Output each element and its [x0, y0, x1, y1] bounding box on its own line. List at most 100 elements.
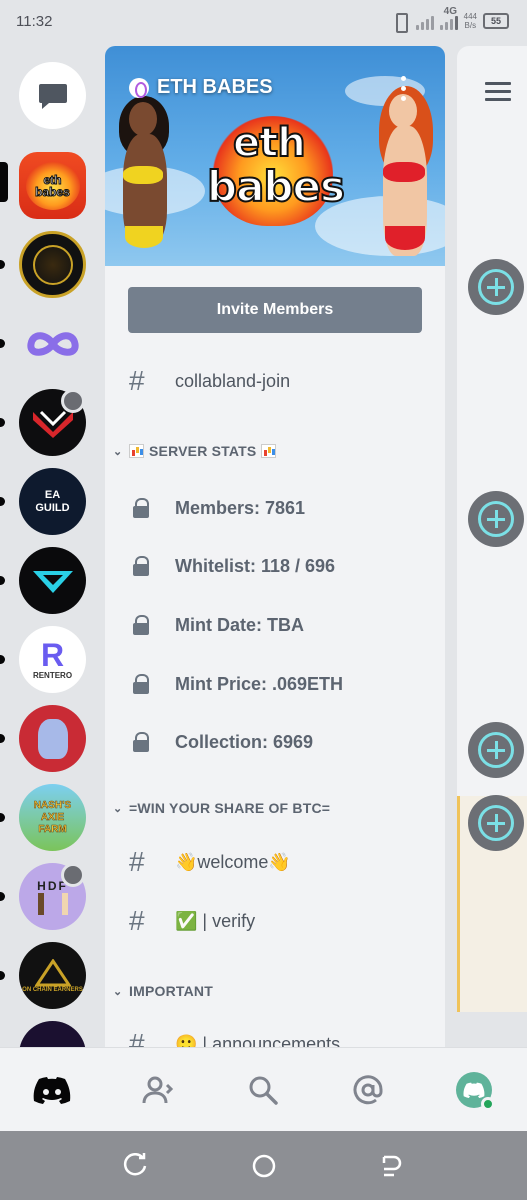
add-reaction-button[interactable]: [468, 491, 524, 547]
server-logo-text: NASH'S AXIE FARM: [33, 799, 72, 835]
bar-chart-emoji-icon: [129, 444, 144, 458]
channel-mint-date-stat[interactable]: Mint Date: TBA: [129, 603, 304, 647]
category-title: =WIN YOUR SHARE OF BTC=: [129, 800, 331, 816]
profile-avatar: [456, 1072, 495, 1111]
channel-members-stat[interactable]: Members: 7861: [129, 486, 305, 530]
server-gold-ape[interactable]: [19, 231, 86, 298]
back-button[interactable]: [378, 1153, 404, 1179]
plus-circle-icon: [478, 732, 514, 768]
channel-collabland-join[interactable]: # collabland-join: [129, 359, 290, 403]
nav-mentions[interactable]: [346, 1068, 390, 1112]
channel-collection-stat[interactable]: Collection: 6969: [129, 720, 313, 764]
stage-live-badge-icon: [61, 863, 85, 887]
hamburger-menu-icon[interactable]: [485, 82, 511, 106]
bar-chart-emoji-icon: [261, 444, 277, 458]
recent-apps-button[interactable]: [123, 1153, 149, 1179]
server-infinity[interactable]: [19, 310, 86, 377]
server-rail: eth babes EA GUILD R RENTERO NASH'S AXIE…: [0, 44, 105, 1048]
banner-figure-left: [115, 96, 185, 266]
signal-4g-icon: 4G: [439, 6, 458, 30]
channel-mint-price-stat[interactable]: Mint Price: .069ETH: [129, 662, 343, 706]
channel-name: 👋welcome👋: [175, 851, 291, 872]
selected-indicator: [0, 162, 8, 202]
plus-circle-icon: [478, 501, 514, 537]
nav-home[interactable]: [30, 1068, 74, 1112]
direct-messages-button[interactable]: [19, 62, 86, 129]
channel-name: Mint Date: TBA: [175, 614, 304, 635]
more-options-icon[interactable]: [401, 76, 407, 106]
unread-indicator: [0, 576, 5, 585]
channel-name: 🙂 | announcements: [175, 1033, 341, 1049]
status-bar: 11:32 4G 444 B/s 55: [0, 0, 527, 44]
unread-indicator: [0, 339, 5, 348]
rentero-r-icon: R: [40, 637, 65, 673]
channel-name: Collection: 6969: [175, 731, 314, 752]
lock-icon: [129, 498, 159, 518]
net-speed-unit: B/s: [464, 21, 477, 30]
nav-search[interactable]: [241, 1068, 285, 1112]
channel-whitelist-stat[interactable]: Whitelist: 118 / 696: [129, 544, 335, 588]
nav-friends[interactable]: [136, 1068, 180, 1112]
add-reaction-button[interactable]: [468, 259, 524, 315]
server-rentero[interactable]: R RENTERO: [19, 626, 86, 693]
hashtag-icon: #: [129, 1028, 145, 1048]
server-name: ETH BABES: [157, 76, 273, 98]
server-eth-babes[interactable]: eth babes: [19, 152, 86, 219]
chat-bubble-icon: [38, 83, 67, 109]
online-status-icon: [481, 1097, 495, 1111]
mentions-icon: [353, 1075, 383, 1105]
unread-indicator: [0, 813, 5, 822]
channel-name: Whitelist: 118 / 696: [175, 555, 336, 576]
channel-verify[interactable]: # ✅ | verify: [129, 899, 255, 943]
nav-profile[interactable]: [452, 1068, 496, 1112]
recent-apps-icon: [123, 1153, 147, 1176]
server-name-header[interactable]: ETH BABES: [129, 76, 273, 99]
banner-figure-right: [373, 86, 443, 266]
plus-circle-icon: [478, 269, 514, 305]
server-nashs-axie-farm[interactable]: NASH'S AXIE FARM: [19, 784, 86, 851]
status-icons: 4G 444 B/s 55: [390, 6, 509, 33]
server-rabbit[interactable]: [19, 705, 86, 772]
category-title: SERVER STATS: [149, 443, 257, 459]
channel-panel: eth babes ETH BABES Invite Members # col…: [105, 46, 445, 1048]
plus-circle-icon: [478, 805, 514, 841]
channel-name: ✅ | verify: [175, 910, 256, 931]
home-button[interactable]: [251, 1153, 277, 1179]
server-logo-text: EA GUILD: [35, 488, 70, 514]
discord-home-icon: [33, 1077, 71, 1104]
channel-announcements[interactable]: # 🙂 | announcements: [129, 1022, 340, 1048]
lock-icon: [129, 732, 159, 752]
infinity-logo-icon: [26, 331, 79, 356]
banner-logo-text-2: babes: [206, 161, 346, 212]
channel-name: Mint Price: .069ETH: [175, 673, 344, 694]
banner-logo-text-1: eth: [232, 119, 307, 167]
channel-name: collabland-join: [175, 370, 291, 391]
channel-welcome[interactable]: # 👋welcome👋: [129, 840, 291, 884]
server-banner[interactable]: eth babes ETH BABES: [105, 46, 445, 266]
triangle-logo-icon: [34, 958, 71, 986]
signal-icon: [415, 12, 434, 30]
invite-members-button[interactable]: Invite Members: [128, 287, 422, 333]
wing-logo-icon: [32, 570, 73, 593]
net-speed: 444 B/s: [464, 12, 477, 30]
category-important[interactable]: ⌄ IMPORTANT: [113, 983, 213, 999]
category-win-btc[interactable]: ⌄ =WIN YOUR SHARE OF BTC=: [113, 800, 330, 816]
vibrate-icon: [390, 12, 410, 33]
chevron-down-icon: ⌄: [113, 802, 123, 815]
unread-indicator: [0, 260, 5, 269]
status-time: 11:32: [16, 13, 53, 30]
server-wing[interactable]: [19, 547, 86, 614]
server-ea-guild[interactable]: EA GUILD: [19, 468, 86, 535]
server-partial[interactable]: [19, 1021, 86, 1048]
add-reaction-button[interactable]: [468, 795, 524, 851]
server-on-chain-earners[interactable]: ON CHAIN EARNERS: [19, 942, 86, 1009]
unread-indicator: [0, 892, 5, 901]
add-reaction-button[interactable]: [468, 722, 524, 778]
category-server-stats[interactable]: ⌄ SERVER STATS: [113, 443, 277, 459]
category-title: IMPORTANT: [129, 983, 213, 999]
hashtag-icon: #: [129, 365, 145, 396]
unread-indicator: [0, 655, 5, 664]
unread-indicator: [0, 497, 5, 506]
bottom-navigation: [0, 1047, 527, 1131]
back-icon: [382, 1155, 402, 1177]
